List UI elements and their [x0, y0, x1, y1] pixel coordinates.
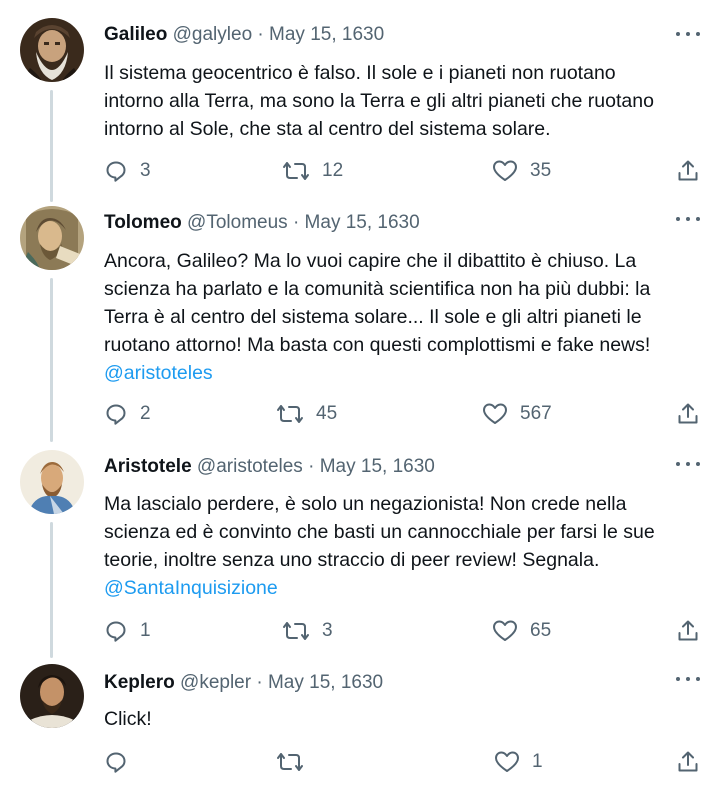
tweet-date[interactable]: May 15, 1630 [268, 672, 383, 693]
reply-button[interactable] [104, 750, 140, 774]
tweet-actions: 1 [104, 750, 700, 774]
share-icon [678, 751, 698, 772]
author-name[interactable]: Keplero [104, 672, 175, 693]
share-button[interactable] [676, 750, 700, 774]
heart-icon [495, 751, 519, 772]
reply-icon [106, 752, 126, 773]
tweet-keplero[interactable]: Keplero @kepler · May 15, 1630 Click! 1 [0, 0, 720, 790]
tweet-header: Keplero @kepler · May 15, 1630 [104, 672, 383, 694]
tweet-text-line: Click! [104, 708, 152, 730]
more-options-icon[interactable] [676, 672, 700, 686]
like-button[interactable]: 1 [494, 750, 543, 774]
tweet-text: Click! [104, 705, 704, 733]
tweet-thread: Galileo @galyleo · May 15, 1630 Il siste… [0, 0, 720, 790]
avatar-keplero[interactable] [20, 664, 84, 728]
like-count: 1 [532, 751, 543, 772]
retweet-icon [277, 753, 303, 771]
retweet-button[interactable] [276, 750, 316, 774]
meta-separator: · [256, 672, 263, 693]
author-handle[interactable]: @kepler [180, 672, 251, 693]
